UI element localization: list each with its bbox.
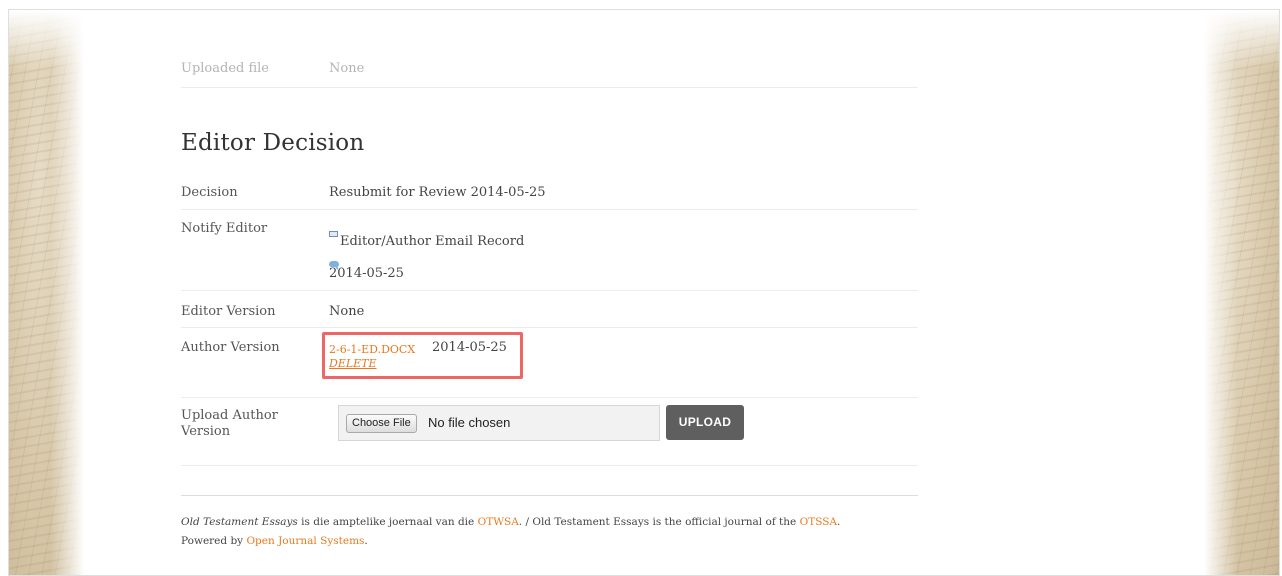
upload-button[interactable]: UPLOAD: [666, 405, 744, 440]
author-version-row: Author Version 2-6-1-ED.DOCX 2014-05-25 …: [181, 328, 918, 398]
choose-file-button[interactable]: Choose File: [346, 414, 417, 433]
section-title: Editor Decision: [181, 130, 365, 156]
decision-value: Resubmit for Review 2014-05-25: [329, 185, 546, 200]
ojs-link[interactable]: Open Journal Systems: [246, 535, 364, 547]
no-file-chosen-text: No file chosen: [428, 415, 511, 430]
upload-label-line2: Version: [181, 424, 231, 439]
footer-divider: [181, 495, 918, 496]
mail-icon[interactable]: [329, 222, 338, 241]
footer-powered-by: Powered by: [181, 535, 247, 547]
editor-version-value: None: [329, 304, 365, 319]
footer-line1: Old Testament Essays is die amptelike jo…: [181, 513, 918, 532]
otwsa-link[interactable]: OTWSA: [478, 516, 519, 528]
uploaded-file-row: Uploaded file None: [181, 50, 918, 88]
footer-text2: . / Old Testament Essays is the official…: [518, 516, 800, 528]
upload-author-version-label: Upload Author Version: [181, 408, 278, 440]
editor-version-label: Editor Version: [181, 304, 276, 319]
footer: Old Testament Essays is die amptelike jo…: [181, 513, 918, 551]
parchment-border-right: [1204, 10, 1279, 575]
footer-text3: .: [837, 516, 841, 528]
decision-label: Decision: [181, 185, 238, 200]
footer-line2: Powered by Open Journal Systems.: [181, 532, 918, 551]
upload-label-line1: Upload Author: [181, 408, 278, 423]
parchment-border-left: [9, 10, 84, 575]
otssa-link[interactable]: OTSSA: [800, 516, 837, 528]
uploaded-file-value: None: [329, 61, 365, 76]
editor-version-row: Editor Version None: [181, 291, 918, 328]
notify-editor-row: Notify Editor Editor/Author Email Record…: [181, 210, 918, 291]
footer-text4: .: [364, 535, 368, 547]
footer-journal-name: Old Testament Essays: [181, 516, 298, 528]
decision-row: Decision Resubmit for Review 2014-05-25: [181, 172, 918, 210]
file-input[interactable]: Choose File No file chosen: [338, 405, 660, 441]
email-record-label: Editor/Author Email Record: [340, 234, 525, 249]
uploaded-file-label: Uploaded file: [181, 61, 270, 76]
notify-editor-date: 2014-05-25: [329, 266, 404, 281]
notify-editor-label: Notify Editor: [181, 221, 268, 236]
author-version-label: Author Version: [181, 340, 280, 355]
footer-text1: is die amptelike joernaal van die: [297, 516, 478, 528]
author-version-highlight-box: [322, 332, 523, 379]
